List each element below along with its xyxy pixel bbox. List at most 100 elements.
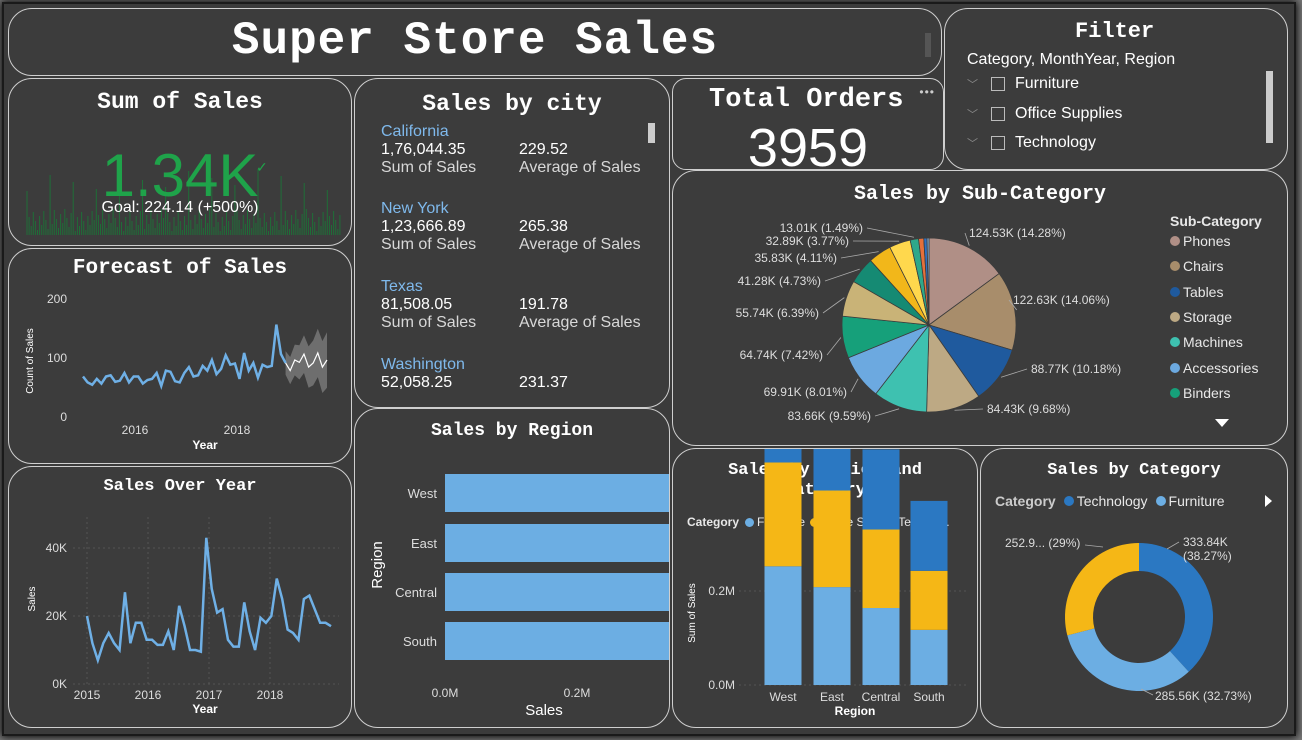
y-tick-label: 0 bbox=[60, 410, 67, 424]
x-tick-label: 2015 bbox=[74, 688, 101, 702]
legend-item[interactable]: Machines bbox=[1170, 334, 1243, 350]
legend-item[interactable]: Chairs bbox=[1170, 258, 1223, 274]
filter-title: Filter bbox=[1075, 19, 1155, 44]
leader-line bbox=[1166, 541, 1180, 550]
city-sum: 1,76,044.35 bbox=[381, 141, 466, 158]
y-tick-label: 100 bbox=[47, 351, 67, 365]
bar-segment bbox=[813, 587, 851, 685]
orders-card: Total Orders ••• 3959 bbox=[672, 78, 944, 170]
filter-header: Category, MonthYear, Region bbox=[967, 51, 1176, 68]
y-tick-label: 0.2M bbox=[708, 584, 735, 598]
more-options-icon[interactable]: ••• bbox=[919, 85, 935, 99]
data-label: 122.63K (14.06%) bbox=[1013, 293, 1110, 307]
bar-segment bbox=[764, 449, 802, 463]
dashboard: Super Store Sales Sum of Sales 1.34K ✓ G… bbox=[4, 4, 1294, 734]
city-avg: 191.78 bbox=[519, 296, 568, 313]
leader-line bbox=[1084, 544, 1104, 548]
data-label: 252.9... (29%) bbox=[1005, 536, 1080, 550]
scrollbar[interactable] bbox=[1266, 71, 1273, 143]
chevron-down-icon[interactable]: ﹀ bbox=[967, 135, 981, 151]
y-axis-title: Region bbox=[369, 541, 386, 589]
leader-line bbox=[866, 227, 915, 238]
legend-item[interactable]: Accessories bbox=[1170, 360, 1258, 376]
category-donut: 333.84K (38.27%) 252.9... (29%) 285.56K … bbox=[1005, 535, 1252, 703]
city-sum: 81,508.05 bbox=[381, 296, 453, 313]
leader-line bbox=[850, 378, 859, 393]
legend-label: Chairs bbox=[1183, 258, 1224, 274]
data-label: 88.77K (10.18%) bbox=[1031, 362, 1121, 376]
data-label: 35.83K (4.11%) bbox=[755, 251, 838, 265]
legend-label: Binders bbox=[1183, 385, 1231, 401]
data-label: 64.74K (7.42%) bbox=[740, 348, 823, 362]
legend-item[interactable]: Tables bbox=[1170, 284, 1223, 300]
x-axis-title: Year bbox=[192, 438, 218, 452]
leader-line bbox=[874, 408, 900, 417]
data-label: 124.53K (14.28%) bbox=[969, 226, 1066, 240]
data-label: 13.01K (1.49%) bbox=[780, 221, 863, 235]
city-item[interactable]: Washington 52,058.25 231.37 bbox=[381, 356, 661, 389]
bar-segment bbox=[910, 500, 948, 571]
filter-item-furniture[interactable]: ﹀ Furniture bbox=[967, 75, 1079, 93]
leader-line bbox=[1000, 368, 1028, 378]
city-item[interactable]: California 1,76,044.35 229.52 Sum of Sale… bbox=[381, 123, 661, 177]
chevron-down-icon[interactable]: ﹀ bbox=[967, 76, 981, 92]
category-label: South bbox=[913, 690, 944, 704]
category-label: East bbox=[411, 536, 437, 551]
subcategory-card: Sales by Sub-Category 124.53K (14.28%) 12… bbox=[672, 170, 1288, 446]
chevron-down-icon[interactable]: ﹀ bbox=[967, 106, 981, 122]
city-avg: 265.38 bbox=[519, 218, 568, 235]
kpi-goal: Goal: 224.14 (+500%) bbox=[101, 199, 259, 216]
leader-line bbox=[824, 268, 860, 282]
avg-label: Average of Sales bbox=[519, 159, 641, 176]
bar-segment bbox=[862, 608, 900, 685]
y-axis-title: Sum of Sales bbox=[687, 583, 698, 642]
title-card: Super Store Sales bbox=[8, 8, 942, 76]
sum-label: Sum of Sales bbox=[381, 314, 477, 331]
sales-over-year-card: Sales Over Year 40K 20K 0K 2015 2016 201… bbox=[8, 466, 352, 728]
legend-label: Phones bbox=[1183, 233, 1231, 249]
category-card: Sales by Category Category Technology Fu… bbox=[980, 448, 1288, 728]
data-label: (38.27%) bbox=[1183, 549, 1232, 563]
bar bbox=[445, 622, 669, 660]
checkbox[interactable] bbox=[991, 136, 1005, 150]
series-line bbox=[82, 324, 287, 390]
legend-item[interactable]: Storage bbox=[1170, 309, 1232, 325]
x-tick-label: 0.0M bbox=[432, 686, 459, 700]
legend-item[interactable]: Binders bbox=[1170, 385, 1230, 401]
city-name: Washington bbox=[381, 356, 465, 373]
leader-line bbox=[826, 337, 842, 356]
bar bbox=[445, 474, 669, 512]
data-label: 55.74K (6.39%) bbox=[736, 306, 819, 320]
donut-slice bbox=[1065, 543, 1139, 636]
bar-segment bbox=[862, 529, 900, 609]
sales-over-year-chart: 40K 20K 0K 2015 2016 2017 2018 Year Sale… bbox=[27, 517, 339, 716]
bar bbox=[445, 573, 669, 611]
filter-card: Filter Category, MonthYear, Region ﹀ Fur… bbox=[944, 8, 1288, 170]
city-name: Texas bbox=[381, 278, 423, 295]
city-sum: 52,058.25 bbox=[381, 374, 453, 389]
sum-label: Sum of Sales bbox=[381, 159, 477, 176]
region-category-chart: 0.2M 0.0M Region Sum of Sales West East Ce… bbox=[687, 449, 969, 718]
filter-item-office-supplies[interactable]: ﹀ Office Supplies bbox=[967, 105, 1122, 123]
legend-scroll-down-icon[interactable] bbox=[1215, 419, 1229, 427]
legend-item[interactable]: Phones bbox=[1170, 233, 1230, 249]
checkbox[interactable] bbox=[991, 107, 1005, 121]
x-axis-title: Year bbox=[192, 702, 218, 716]
data-label: 333.84K bbox=[1183, 535, 1228, 549]
city-avg: 231.37 bbox=[519, 374, 568, 389]
city-name: New York bbox=[381, 200, 449, 217]
filter-item-technology[interactable]: ﹀ Technology bbox=[967, 134, 1096, 152]
category-label: South bbox=[403, 634, 437, 649]
city-item[interactable]: Texas 81,508.05 191.78 Sum of Sales Averag… bbox=[381, 278, 661, 332]
category-label: West bbox=[408, 486, 438, 501]
city-card: Sales by city California 1,76,044.35 229.… bbox=[354, 78, 670, 408]
legend-label: Tables bbox=[1183, 284, 1224, 300]
city-avg: 229.52 bbox=[519, 141, 568, 158]
checkbox[interactable] bbox=[991, 77, 1005, 91]
filter-item-label: Technology bbox=[1015, 134, 1096, 151]
city-item[interactable]: New York 1,23,666.89 265.38 Sum of Sales A… bbox=[381, 200, 661, 254]
kpi-card: Sum of Sales 1.34K ✓ Goal: 224.14 (+500%… bbox=[8, 78, 352, 246]
y-tick-label: 200 bbox=[47, 292, 67, 306]
scrollbar[interactable] bbox=[925, 33, 931, 57]
filter-item-label: Furniture bbox=[1015, 75, 1080, 92]
